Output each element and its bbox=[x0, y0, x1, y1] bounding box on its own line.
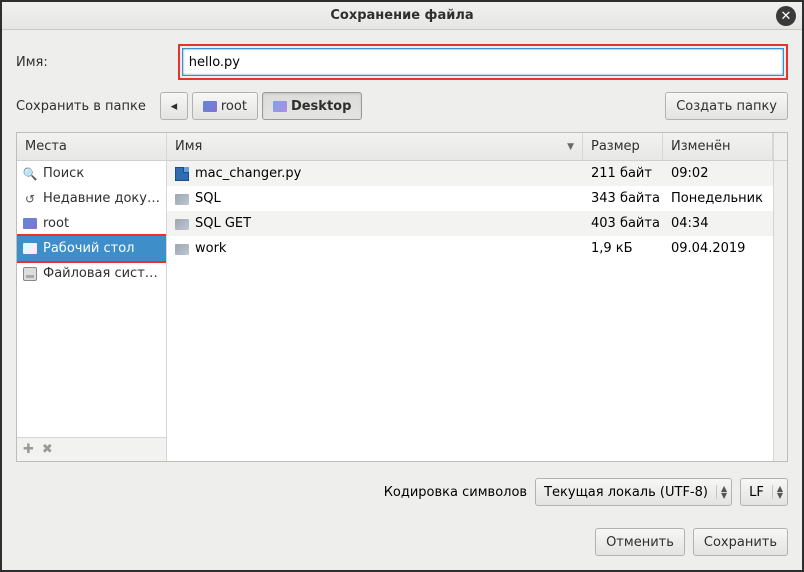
file-row[interactable]: SQL 343 байта Понедельник bbox=[167, 186, 773, 211]
place-label: Рабочий стол bbox=[43, 241, 134, 256]
file-size: 343 байта bbox=[591, 191, 660, 206]
file-size: 403 байта bbox=[591, 216, 660, 231]
close-icon: ✕ bbox=[781, 9, 792, 24]
place-label: Файловая сист… bbox=[43, 266, 158, 281]
line-ending-select[interactable]: LF ▲▼ bbox=[740, 478, 788, 506]
place-label: Поиск bbox=[43, 166, 84, 181]
cancel-label: Отменить bbox=[606, 535, 674, 550]
search-icon: 🔍 bbox=[23, 167, 37, 181]
file-modified: 04:34 bbox=[671, 216, 708, 231]
path-segment-root[interactable]: root bbox=[192, 92, 258, 120]
path-back-button[interactable]: ◂ bbox=[160, 92, 188, 120]
filename-input[interactable] bbox=[182, 48, 784, 76]
filename-row: Имя: bbox=[16, 44, 788, 80]
column-header-name[interactable]: Имя ▼ bbox=[167, 133, 583, 160]
encoding-row: Кодировка символов Текущая локаль (UTF-8… bbox=[16, 474, 788, 510]
drive-icon bbox=[23, 267, 37, 281]
column-header-size[interactable]: Размер bbox=[583, 133, 663, 160]
select-spinner-icon: ▲▼ bbox=[716, 485, 727, 499]
encoding-select[interactable]: Текущая локаль (UTF-8) ▲▼ bbox=[535, 478, 732, 506]
file-browser: Места 🔍 Поиск ↺ Недавние доку… root Рабо… bbox=[16, 132, 788, 462]
file-row[interactable]: work 1,9 кБ 09.04.2019 bbox=[167, 236, 773, 261]
line-ending-value: LF bbox=[749, 485, 764, 500]
place-search[interactable]: 🔍 Поиск bbox=[17, 161, 166, 186]
encoding-label: Кодировка символов bbox=[384, 485, 527, 500]
files-panel: Имя ▼ Размер Изменён mac_changer.py 211 б… bbox=[167, 133, 787, 461]
file-modified: Понедельник bbox=[671, 191, 763, 206]
file-name: work bbox=[195, 241, 226, 256]
file-size: 1,9 кБ bbox=[591, 241, 633, 256]
encoding-value: Текущая локаль (UTF-8) bbox=[544, 485, 708, 500]
name-label: Имя: bbox=[16, 55, 48, 70]
file-name: mac_changer.py bbox=[195, 166, 301, 181]
home-folder-icon bbox=[23, 217, 37, 231]
path-row: Сохранить в папке ◂ root Desktop Создать… bbox=[16, 92, 788, 120]
save-button[interactable]: Сохранить bbox=[693, 528, 788, 556]
sort-indicator-icon: ▼ bbox=[567, 142, 574, 152]
column-label: Имя bbox=[175, 139, 202, 154]
select-spinner-icon: ▲▼ bbox=[772, 485, 783, 499]
place-home[interactable]: root bbox=[17, 211, 166, 236]
save-label: Сохранить bbox=[704, 535, 777, 550]
path-segment-label: root bbox=[221, 99, 247, 114]
places-list: 🔍 Поиск ↺ Недавние доку… root Рабочий ст… bbox=[17, 161, 166, 437]
vertical-scrollbar[interactable] bbox=[773, 161, 787, 461]
file-modified: 09.04.2019 bbox=[671, 241, 745, 256]
column-label: Изменён bbox=[671, 139, 730, 154]
cancel-button[interactable]: Отменить bbox=[595, 528, 685, 556]
folder-icon bbox=[273, 101, 287, 112]
dialog-title: Сохранение файла bbox=[330, 8, 473, 23]
scrollbar-header-gap bbox=[773, 133, 787, 160]
places-panel: Места 🔍 Поиск ↺ Недавние доку… root Рабо… bbox=[17, 133, 167, 461]
chevron-left-icon: ◂ bbox=[171, 99, 178, 114]
file-name: SQL GET bbox=[195, 216, 251, 231]
column-header-modified[interactable]: Изменён bbox=[663, 133, 773, 160]
dialog-buttons: Отменить Сохранить bbox=[2, 518, 802, 570]
file-row[interactable]: mac_changer.py 211 байт 09:02 bbox=[167, 161, 773, 186]
files-list: mac_changer.py 211 байт 09:02 SQL 343 байта П… bbox=[167, 161, 773, 461]
desktop-folder-icon bbox=[23, 242, 37, 256]
places-footer: ✚ ✖ bbox=[17, 437, 166, 461]
file-name: SQL bbox=[195, 191, 221, 206]
create-folder-label: Создать папку bbox=[676, 99, 777, 114]
path-segment-desktop[interactable]: Desktop bbox=[262, 92, 362, 120]
close-button[interactable]: ✕ bbox=[776, 6, 796, 26]
place-recent[interactable]: ↺ Недавние доку… bbox=[17, 186, 166, 211]
add-place-button[interactable]: ✚ bbox=[23, 442, 34, 457]
file-modified: 09:02 bbox=[671, 166, 708, 181]
file-size: 211 байт bbox=[591, 166, 652, 181]
filename-highlight bbox=[178, 44, 788, 80]
place-filesystem[interactable]: Файловая сист… bbox=[17, 261, 166, 286]
path-segment-label: Desktop bbox=[291, 99, 351, 114]
folder-icon bbox=[203, 101, 217, 112]
folder-icon bbox=[175, 194, 189, 205]
remove-place-button[interactable]: ✖ bbox=[42, 442, 53, 457]
place-label: Недавние доку… bbox=[43, 191, 160, 206]
save-in-label: Сохранить в папке bbox=[16, 99, 146, 114]
place-label: root bbox=[43, 216, 69, 231]
place-desktop[interactable]: Рабочий стол bbox=[17, 234, 166, 263]
places-header: Места bbox=[17, 133, 166, 161]
python-file-icon bbox=[175, 167, 189, 181]
folder-icon bbox=[175, 244, 189, 255]
files-header: Имя ▼ Размер Изменён bbox=[167, 133, 787, 161]
column-label: Размер bbox=[591, 139, 640, 154]
folder-icon bbox=[175, 219, 189, 230]
file-row[interactable]: SQL GET 403 байта 04:34 bbox=[167, 211, 773, 236]
titlebar: Сохранение файла ✕ bbox=[2, 2, 802, 30]
recent-icon: ↺ bbox=[23, 192, 37, 206]
create-folder-button[interactable]: Создать папку bbox=[665, 92, 788, 120]
